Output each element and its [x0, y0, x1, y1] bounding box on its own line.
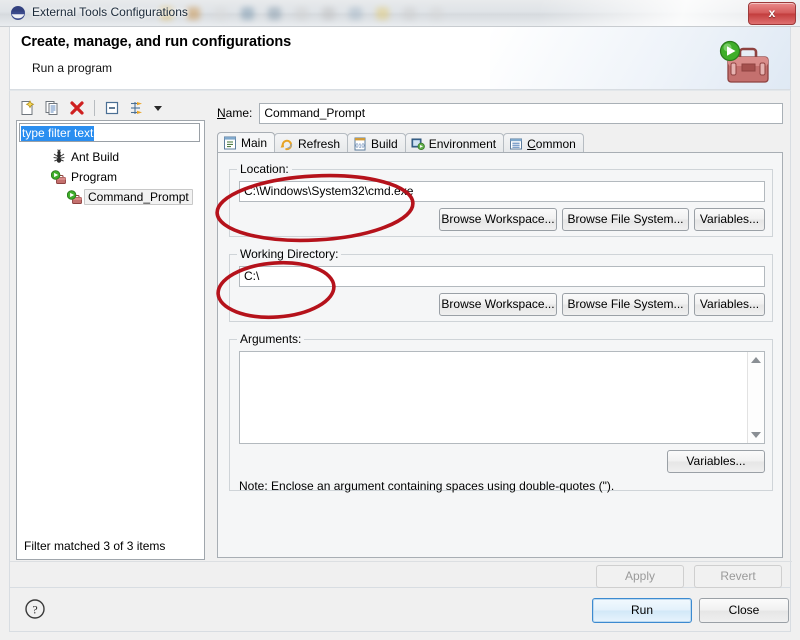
filter-input[interactable]: type filter text: [19, 123, 200, 142]
working-directory-legend: Working Directory:: [237, 247, 342, 261]
scroll-up-arrow-icon[interactable]: [751, 357, 761, 363]
dialog-footer: ? Run Close: [9, 588, 791, 632]
tree-item-label: Command_Prompt: [84, 188, 193, 205]
build-tab-icon: 010: [353, 137, 367, 151]
common-tab-icon: [509, 137, 523, 151]
arguments-variables-button[interactable]: Variables...: [667, 450, 765, 473]
location-group: Location: C:\Windows\System32\cmd.exe Br…: [229, 162, 773, 237]
tab-label: Refresh: [298, 136, 341, 151]
svg-text:010: 010: [356, 143, 365, 149]
filter-match-status: Filter matched 3 of 3 items: [24, 539, 166, 553]
tree-item-label: Ant Build: [71, 150, 120, 164]
tree-item-program[interactable]: Program: [17, 167, 204, 187]
tab-label: Environment: [428, 136, 497, 151]
apply-button[interactable]: Apply: [596, 565, 684, 588]
location-input[interactable]: C:\Windows\System32\cmd.exe: [239, 181, 765, 202]
location-browse-workspace-button[interactable]: Browse Workspace...: [439, 208, 557, 231]
page-subtitle: Run a program: [32, 61, 113, 75]
collapse-all-icon[interactable]: [101, 97, 123, 119]
working-directory-input[interactable]: C:\: [239, 266, 765, 287]
location-browse-file-system-button[interactable]: Browse File System...: [562, 208, 689, 231]
eclipse-sphere-icon: [10, 5, 26, 21]
configuration-name-input[interactable]: Command_Prompt: [259, 102, 783, 124]
configuration-editor-panel: Name: Command_Prompt Main Refresh 010 Bu…: [213, 96, 784, 613]
scroll-down-arrow-icon[interactable]: [751, 432, 761, 438]
new-document-icon[interactable]: [16, 97, 38, 119]
external-tools-configurations-window: External Tools Configurations x Create, …: [0, 0, 800, 640]
tree-item-ant-build[interactable]: Ant Build: [17, 147, 204, 167]
tree-item-command-prompt[interactable]: Command_Prompt: [17, 187, 204, 207]
dialog-header-banner: Create, manage, and run configurations R…: [9, 27, 791, 90]
configuration-name-row: Name: Command_Prompt: [217, 102, 783, 124]
ant-build-icon: [51, 149, 67, 165]
working-directory-browse-workspace-button[interactable]: Browse Workspace...: [439, 293, 557, 316]
refresh-tab-icon: [280, 137, 294, 151]
environment-tab-icon: [411, 137, 425, 151]
arguments-note: Note: Enclose an argument containing spa…: [239, 479, 615, 493]
page-title: Create, manage, and run configurations: [21, 34, 292, 50]
location-legend: Location:: [237, 162, 292, 176]
tab-label: Main: [241, 136, 268, 150]
dialog-body: type filter text Ant Build Program Comma…: [9, 90, 792, 588]
working-directory-group: Working Directory: C:\ Browse Workspace.…: [229, 247, 773, 322]
tab-common[interactable]: Common: [503, 133, 584, 153]
configuration-tree: Ant Build Program Command_Prompt: [17, 147, 204, 207]
filter-input-value: type filter text: [21, 126, 95, 141]
program-run-icon: [50, 169, 67, 185]
tab-main[interactable]: Main: [217, 132, 276, 153]
tab-environment[interactable]: Environment: [404, 133, 505, 153]
configuration-tree-panel: type filter text Ant Build Program Comma…: [16, 120, 205, 560]
red-x-delete-icon[interactable]: [66, 97, 88, 119]
main-tab-panel: Location: C:\Windows\System32\cmd.exe Br…: [217, 152, 783, 558]
window-titlebar: External Tools Configurations x: [0, 0, 800, 27]
arguments-scrollbar[interactable]: [747, 352, 764, 443]
copy-document-icon[interactable]: [41, 97, 63, 119]
window-title: External Tools Configurations: [32, 5, 188, 19]
program-run-icon: [66, 189, 83, 205]
revert-button[interactable]: Revert: [694, 565, 782, 588]
name-label: Name:: [217, 106, 253, 120]
tab-label: Common: [527, 136, 576, 151]
configuration-tab-bar: Main Refresh 010 Build Environment Commo…: [217, 132, 783, 153]
help-question-icon[interactable]: ?: [24, 598, 46, 620]
location-variables-button[interactable]: Variables...: [694, 208, 765, 231]
arguments-legend: Arguments:: [237, 332, 305, 346]
working-directory-variables-button[interactable]: Variables...: [694, 293, 765, 316]
chevron-down-icon[interactable]: [151, 97, 165, 119]
run-button[interactable]: Run: [592, 598, 692, 623]
toolbar-separator: [94, 100, 95, 116]
svg-text:?: ?: [32, 602, 37, 616]
toolbox-with-run-arrow-icon: [714, 33, 776, 89]
working-directory-browse-file-system-button[interactable]: Browse File System...: [562, 293, 689, 316]
arguments-group: Arguments: Variables... Note: Enclose an…: [229, 332, 773, 493]
close-button[interactable]: Close: [699, 598, 789, 623]
tree-item-label: Program: [71, 170, 118, 184]
tab-build[interactable]: 010 Build: [347, 133, 406, 153]
main-tab-icon: [223, 136, 237, 150]
tab-refresh[interactable]: Refresh: [274, 133, 349, 153]
configuration-tree-toolbar: [16, 96, 206, 120]
footer-divider: [10, 561, 792, 562]
filter-arrows-icon[interactable]: [126, 97, 148, 119]
arguments-textarea[interactable]: [239, 351, 765, 444]
close-window-button[interactable]: x: [748, 2, 796, 25]
tab-label: Build: [371, 136, 398, 151]
